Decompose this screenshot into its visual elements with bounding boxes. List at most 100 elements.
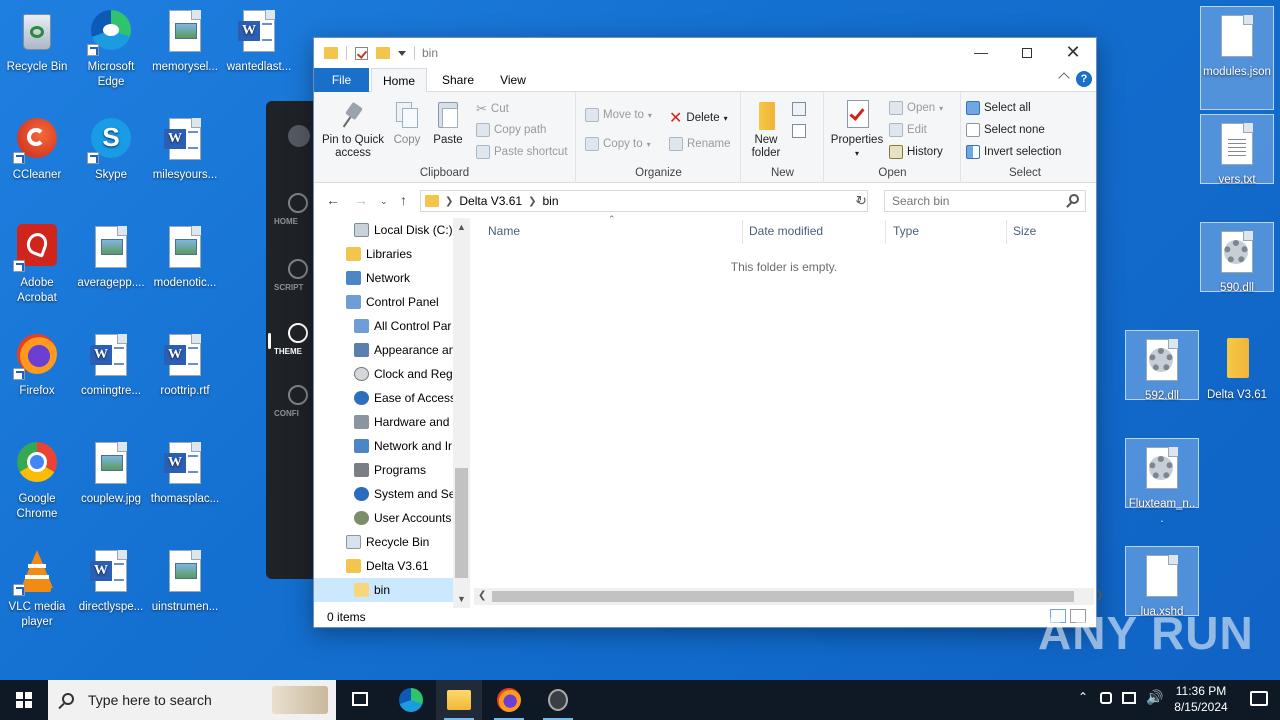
desktop-icon-ccleaner[interactable]: CCleaner <box>0 110 74 214</box>
nav-item-network-internet[interactable]: Network and Ir <box>314 434 454 458</box>
copy-to-button[interactable]: Copy to ▾ <box>585 137 651 151</box>
invert-selection-button[interactable]: Invert selection <box>966 145 1061 159</box>
desktop-icon-592-dll[interactable]: 592.dll <box>1125 330 1199 402</box>
column-date-modified[interactable]: Date modified <box>749 224 823 238</box>
desktop-icon-590-dll[interactable]: 590.dll <box>1200 222 1274 294</box>
new-folder-button[interactable]: New folder <box>746 100 786 160</box>
taskbar-edge[interactable] <box>388 680 434 720</box>
paste-button[interactable]: Paste <box>428 100 468 147</box>
delete-button[interactable]: ✕ Delete ▾ <box>669 108 728 128</box>
cut-button[interactable]: ✂ Cut <box>476 101 509 117</box>
tab-file[interactable]: File <box>314 68 369 92</box>
scroll-left-icon[interactable]: ❮ <box>478 590 486 601</box>
breadcrumb-bin[interactable]: bin <box>543 194 559 208</box>
desktop-icon-adobe-acrobat[interactable]: Adobe Acrobat <box>0 218 74 322</box>
pin-quick-access-button[interactable]: Pin to Quick access <box>318 100 388 160</box>
back-button[interactable]: ← <box>326 192 340 208</box>
nav-item-system-security[interactable]: System and Sec <box>314 482 454 506</box>
copy-path-button[interactable]: Copy path <box>476 123 546 137</box>
start-button[interactable] <box>0 680 48 720</box>
history-button[interactable]: History <box>889 145 943 159</box>
tab-view[interactable]: View <box>498 68 528 92</box>
desktop-icon-google-chrome[interactable]: Google Chrome <box>0 434 74 538</box>
show-hidden-icons-icon[interactable]: ⌃ <box>1078 690 1088 704</box>
desktop-icon-roottrip[interactable]: roottrip.rtf <box>148 326 222 430</box>
desktop-icon-delta-folder[interactable]: Delta V3.61 <box>1200 330 1274 401</box>
desktop-icon-skype[interactable]: S Skype <box>74 110 148 214</box>
nav-item-bin[interactable]: bin <box>314 578 454 602</box>
desktop-icon-thomasplac[interactable]: thomasplac... <box>148 434 222 538</box>
nav-item-appearance[interactable]: Appearance an <box>314 338 454 362</box>
desktop-icon-edge[interactable]: Microsoft Edge <box>74 2 148 106</box>
volume-icon[interactable]: 🔊 <box>1146 689 1163 706</box>
taskbar-firefox[interactable] <box>486 680 532 720</box>
nav-item-clock-region[interactable]: Clock and Regi <box>314 362 454 386</box>
copy-button[interactable]: Copy <box>388 100 426 147</box>
file-list[interactable]: ⌃ Name Date modified Type Size This fold… <box>472 214 1092 608</box>
easy-access-icon[interactable] <box>792 124 814 140</box>
network-status-icon[interactable] <box>1100 692 1112 704</box>
taskbar-delta-app[interactable] <box>535 680 581 720</box>
search-box[interactable] <box>884 190 1086 212</box>
properties-quick-icon[interactable] <box>355 46 368 60</box>
desktop-icon-milesyours[interactable]: milesyours... <box>148 110 222 214</box>
clock[interactable]: 11:36 PM 8/15/2024 <box>1166 683 1236 715</box>
nav-item-libraries[interactable]: Libraries <box>314 242 454 266</box>
desktop-icon-couplew[interactable]: couplew.jpg <box>74 434 148 538</box>
nav-item-network[interactable]: Network <box>314 266 454 290</box>
new-item-icon[interactable] <box>792 102 814 118</box>
nav-item-user-accounts[interactable]: User Accounts <box>314 506 454 530</box>
desktop-icon-modenotic[interactable]: modenotic... <box>148 218 222 322</box>
recent-locations-button[interactable]: ⌄ <box>380 196 388 207</box>
display-icon[interactable] <box>1122 692 1136 704</box>
scroll-up-icon[interactable]: ▲ <box>457 222 466 232</box>
tab-home[interactable]: Home <box>371 68 427 93</box>
properties-button[interactable]: Properties ▾ <box>829 100 885 160</box>
nav-item-delta[interactable]: Delta V3.61 <box>314 554 454 578</box>
desktop-icon-uinstrumen[interactable]: uinstrumen... <box>148 542 222 646</box>
help-icon[interactable]: ? <box>1076 71 1092 87</box>
column-type[interactable]: Type <box>893 224 919 238</box>
nav-item-all-control-panel[interactable]: All Control Par <box>314 314 454 338</box>
nav-item-programs[interactable]: Programs <box>314 458 454 482</box>
scroll-right-icon[interactable]: ❯ <box>1096 590 1104 601</box>
minimize-button[interactable]: — <box>958 38 1004 68</box>
rename-button[interactable]: Rename <box>669 137 730 151</box>
desktop-icon-modules-json[interactable]: modules.json <box>1200 6 1274 110</box>
column-size[interactable]: Size <box>1013 224 1036 238</box>
paste-shortcut-button[interactable]: Paste shortcut <box>476 145 568 159</box>
nav-item-ease-of-access[interactable]: Ease of Access <box>314 386 454 410</box>
breadcrumb-delta[interactable]: Delta V3.61 <box>459 194 522 208</box>
desktop-icon-recycle-bin[interactable]: Recycle Bin <box>0 2 74 106</box>
up-button[interactable]: ↑ <box>400 192 407 208</box>
select-none-button[interactable]: Select none <box>966 123 1045 137</box>
tab-share[interactable]: Share <box>442 68 474 92</box>
maximize-button[interactable] <box>1004 38 1050 68</box>
quick-access-dropdown-icon[interactable] <box>398 50 406 56</box>
desktop-icon-averagepp[interactable]: averagepp.... <box>74 218 148 322</box>
desktop-icon-wantedlast[interactable]: wantedlast... <box>222 2 296 106</box>
scroll-down-icon[interactable]: ▼ <box>457 594 466 604</box>
desktop-icon-firefox[interactable]: Firefox <box>0 326 74 430</box>
navigation-scrollbar[interactable]: ▲ ▼ <box>453 218 470 608</box>
task-view-button[interactable] <box>338 680 384 720</box>
taskbar-file-explorer[interactable] <box>436 680 482 720</box>
edit-button[interactable]: Edit <box>889 123 927 137</box>
desktop-icon-memorysel[interactable]: memorysel... <box>148 2 222 106</box>
close-button[interactable]: ✕ <box>1050 38 1096 68</box>
horizontal-scrollbar[interactable]: ❮ ❯ <box>474 588 1104 605</box>
address-bar[interactable]: ❯ Delta V3.61 ❯ bin ⌄ <box>420 190 868 212</box>
desktop-icon-vlc[interactable]: VLC media player <box>0 542 74 646</box>
notifications-icon[interactable] <box>1250 691 1268 706</box>
scrollbar-thumb[interactable] <box>455 468 468 578</box>
new-folder-quick-icon[interactable] <box>376 47 390 59</box>
desktop-icon-vers-txt[interactable]: vers.txt <box>1200 114 1274 186</box>
desktop-icon-directlyspe[interactable]: directlyspe... <box>74 542 148 646</box>
nav-item-local-disk[interactable]: Local Disk (C:) <box>314 218 454 242</box>
desktop-icon-fluxteam[interactable]: Fluxteam_n... <box>1125 438 1199 525</box>
taskbar-search[interactable]: Type here to search <box>48 680 336 720</box>
search-input[interactable] <box>885 191 1055 211</box>
horizontal-scrollbar-thumb[interactable] <box>492 591 1074 602</box>
desktop-icon-comingtre[interactable]: comingtre... <box>74 326 148 430</box>
open-button[interactable]: Open ▾ <box>889 101 943 115</box>
